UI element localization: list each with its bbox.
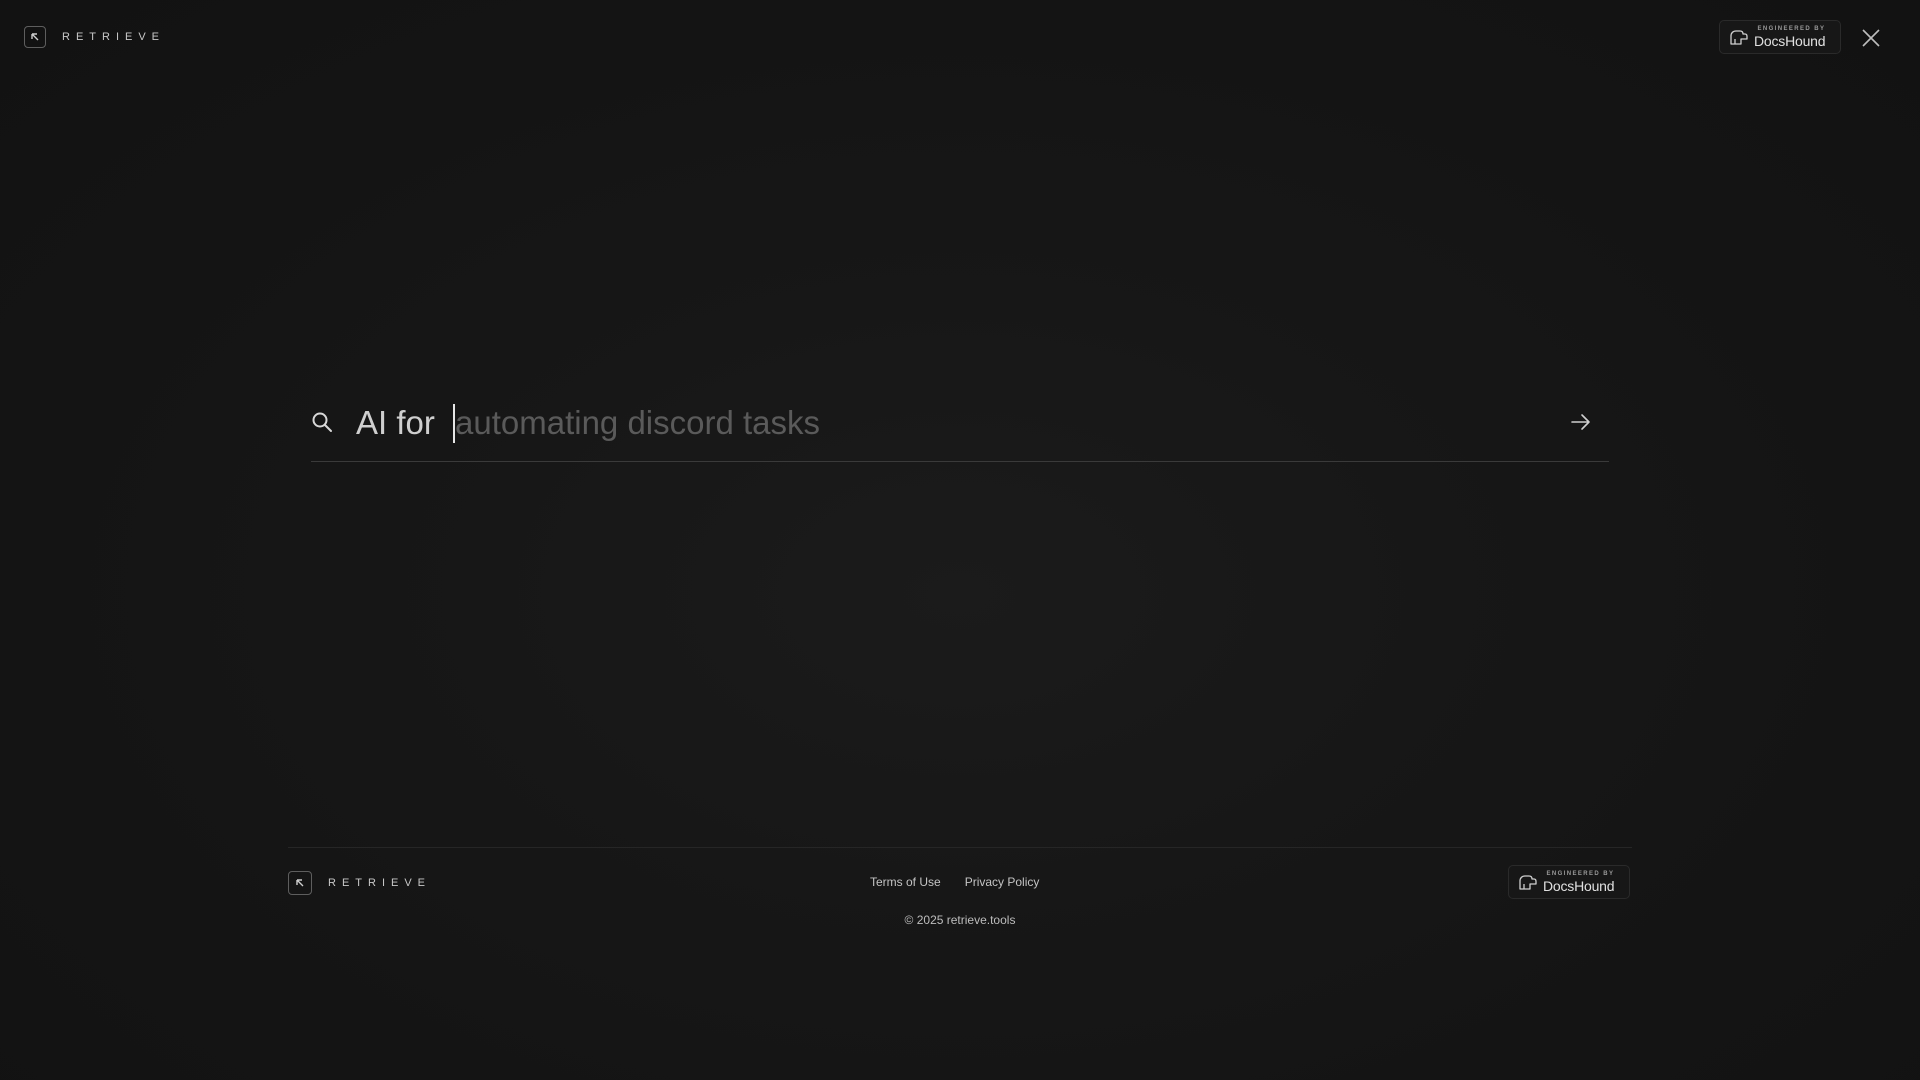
search-prefix: AI for	[356, 404, 435, 441]
footer: RETRIEVE Terms of Use Privacy Policy © 2…	[288, 847, 1632, 948]
brand-name: RETRIEVE	[62, 31, 166, 43]
footer-links: Terms of Use Privacy Policy	[870, 875, 1039, 889]
submit-button[interactable]	[1569, 410, 1593, 434]
footer-brand-logo[interactable]: RETRIEVE	[288, 871, 431, 895]
terms-of-use-link[interactable]: Terms of Use	[870, 875, 941, 889]
docshound-badge[interactable]: ENGINEERED BY DocsHound	[1719, 20, 1841, 54]
close-icon	[1862, 29, 1880, 47]
top-bar: RETRIEVE ENGINEERED BY DocsHound	[0, 0, 1920, 76]
arrow-up-left-icon	[288, 871, 312, 895]
search-input[interactable]	[455, 398, 1495, 448]
arrow-up-left-icon	[24, 26, 46, 48]
search-icon	[312, 412, 332, 432]
footer-docshound-badge[interactable]: ENGINEERED BY DocsHound	[1508, 865, 1630, 899]
search-bar: AI for	[311, 392, 1609, 462]
copyright: © 2025 retrieve.tools	[904, 913, 1016, 927]
close-button[interactable]	[1860, 27, 1882, 49]
docshound-logo-icon	[1729, 28, 1749, 46]
badge-caption: ENGINEERED BY	[1757, 26, 1826, 32]
docshound-logo-icon	[1518, 873, 1538, 891]
badge-name: DocsHound	[1543, 878, 1615, 894]
badge-name: DocsHound	[1754, 33, 1826, 49]
brand-logo[interactable]: RETRIEVE	[24, 26, 165, 48]
footer-brand-name: RETRIEVE	[328, 877, 432, 889]
privacy-policy-link[interactable]: Privacy Policy	[965, 875, 1040, 889]
arrow-right-icon	[1571, 414, 1590, 430]
badge-caption: ENGINEERED BY	[1546, 871, 1615, 877]
